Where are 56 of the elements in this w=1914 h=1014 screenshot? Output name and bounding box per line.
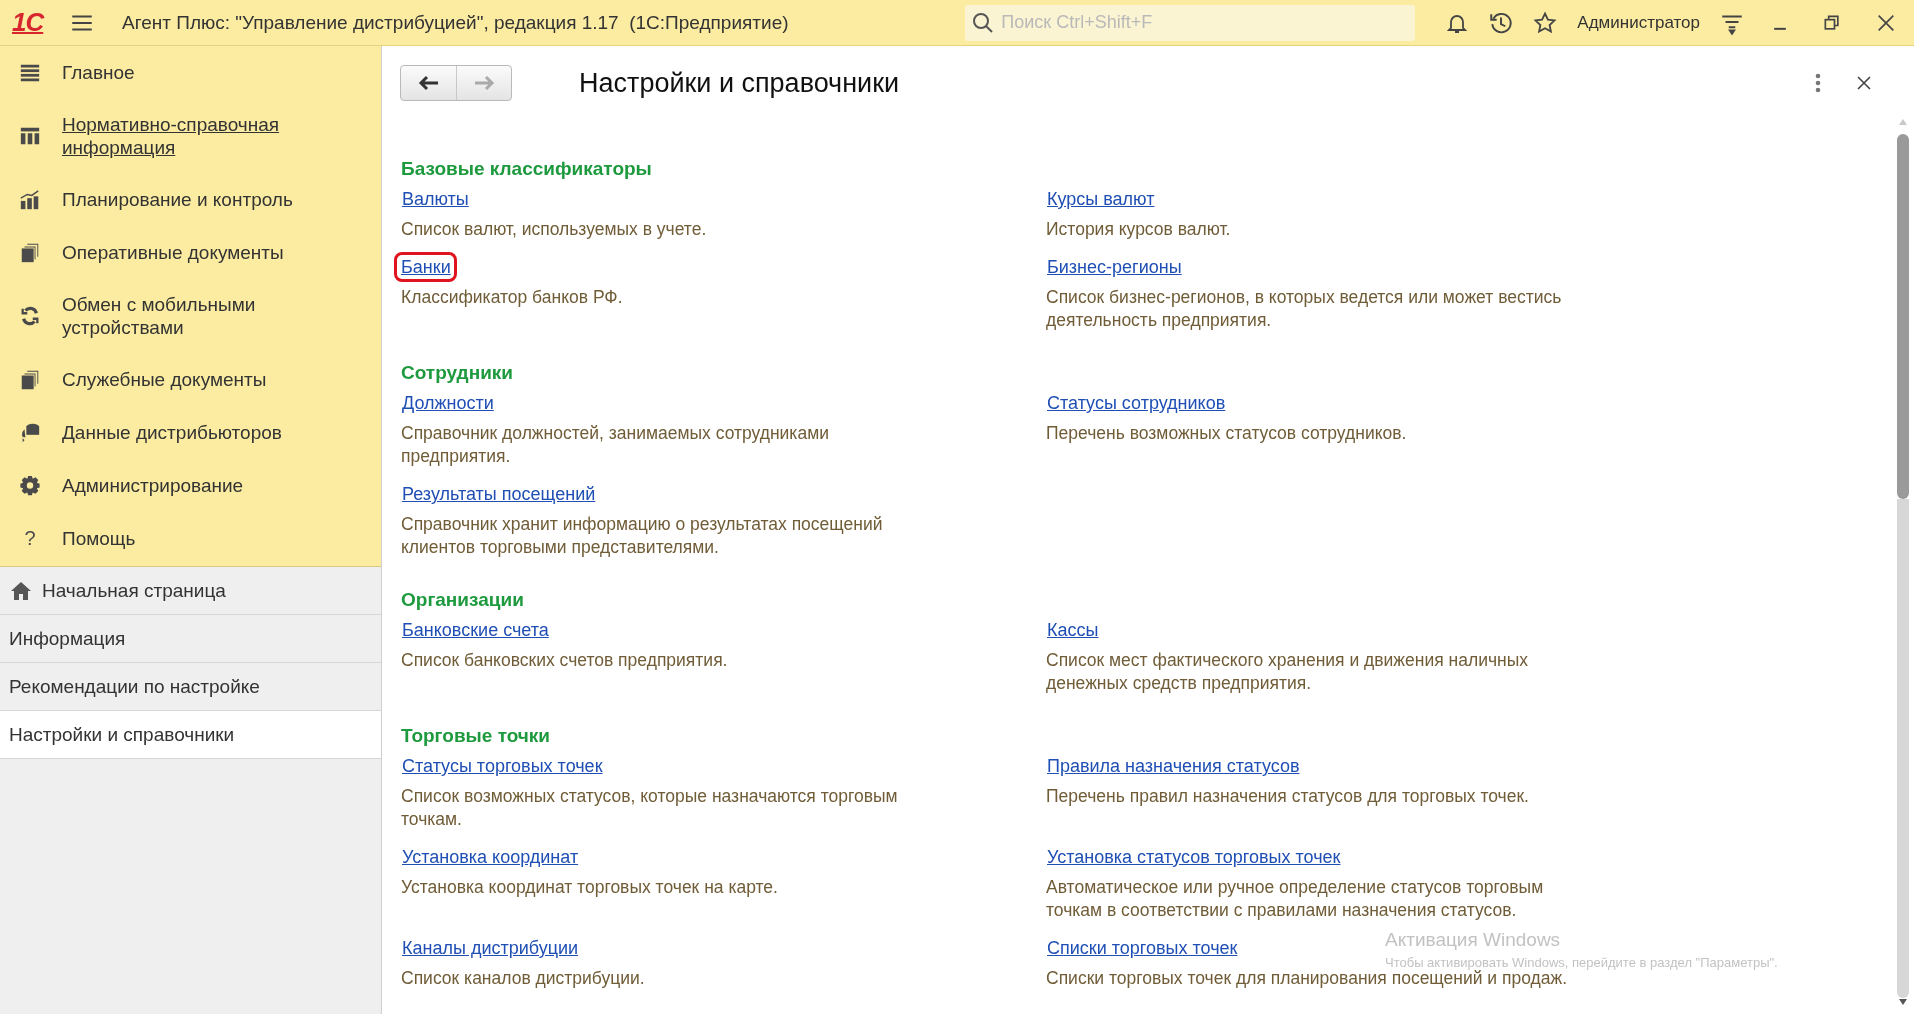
section-link[interactable]: Главное [62, 61, 135, 84]
section-link[interactable]: Обмен с мобильными устройствами [62, 293, 302, 339]
catalog-description: Перечень правил назначения статусов для торговых точек. [1046, 785, 1529, 808]
group-title: Сотрудники [401, 361, 514, 385]
catalog-link[interactable]: Банки [401, 255, 451, 279]
section-link[interactable]: Данные дистрибьюторов [62, 421, 282, 444]
app-logo: 1С [12, 7, 46, 38]
scrollbar[interactable] [1896, 118, 1910, 1006]
form-title: Настройки и справочники [579, 67, 901, 99]
catalog-link[interactable]: Каналы дистрибуции [402, 936, 579, 960]
user-name[interactable]: Администратор [1577, 12, 1700, 33]
group-title: Торговые точки [401, 724, 552, 748]
section-link[interactable]: Помощь [62, 527, 136, 550]
arrow-right-icon [473, 75, 495, 91]
open-page-tab[interactable]: Настройки и справочники [0, 711, 381, 759]
catalog-description: Список возможных статусов, которые назначаются торговым точкам. [401, 785, 898, 831]
catalog-description: Установка координат торговых точек на карте. [401, 876, 778, 899]
group-title: Организации [401, 588, 525, 612]
window-title: Агент Плюс: "Управление дистрибуцией", редакция 1.17 (1С:Предприятие) [122, 11, 790, 34]
catalog-link[interactable]: Банковские счета [402, 618, 549, 642]
home-icon [10, 580, 32, 601]
catalog-description: Автоматическое или ручное определение статусов торговым точкам в соответствии с правилами назначения статусов. [1046, 876, 1544, 922]
search-field[interactable]: Поиск Ctrl+Shift+F [965, 4, 1416, 41]
catalog-description: Список каналов дистрибуции. [401, 967, 645, 990]
activation-notice-title: Активация Windows [1385, 929, 1562, 951]
catalog-description: Список банковских счетов предприятия. [401, 649, 728, 672]
catalog-link[interactable]: Бизнес-регионы [1047, 255, 1182, 279]
section-link[interactable]: Администрирование [62, 474, 244, 497]
catalog-link[interactable]: Списки торговых точек [1047, 936, 1238, 960]
section-link[interactable]: Нормативно-справочная информация [62, 113, 302, 159]
activation-notice-text: Чтобы активировать Windows, перейдите в раздел "Параметры". [1385, 955, 1778, 970]
section-link[interactable]: Служебные документы [62, 368, 267, 391]
catalog-description: Классификатор банков РФ. [401, 286, 623, 309]
catalog-description: Список валют, используемых в учете. [401, 218, 707, 241]
arrow-left-icon [417, 75, 440, 91]
catalog-link[interactable]: Должности [402, 391, 494, 415]
catalog-link[interactable]: Кассы [1047, 618, 1099, 642]
catalog-link[interactable]: Установка статусов торговых точек [1047, 845, 1341, 869]
catalog-description: Перечень возможных статусов сотрудников. [1046, 422, 1407, 445]
catalog-link[interactable]: Правила назначения статусов [1047, 754, 1300, 778]
catalog-link[interactable]: Статусы торговых точек [402, 754, 603, 778]
help-icon: ? [8, 527, 52, 550]
catalog-link[interactable]: Результаты посещений [402, 482, 596, 506]
catalog-link[interactable]: Курсы валют [1047, 187, 1155, 211]
section-link[interactable]: Оперативные документы [62, 241, 284, 264]
catalog-description: Справочник хранит информацию о результатах посещений клиентов торговыми представителями. [401, 513, 883, 559]
group-title: Базовые классификаторы [401, 157, 653, 181]
catalog-description: Список мест фактического хранения и движения наличных денежных средств предприятия. [1046, 649, 1529, 695]
catalog-description: История курсов валют. [1046, 218, 1231, 241]
section-link[interactable]: Планирование и контроль [62, 188, 293, 211]
catalog-link[interactable]: Валюты [402, 187, 469, 211]
catalog-link[interactable]: Установка координат [402, 845, 579, 869]
catalog-description: Список бизнес-регионов, в которых ведется или может вестись деятельность предприятия. [1046, 286, 1562, 332]
catalog-description: Справочник должностей, занимаемых сотрудниками предприятия. [401, 422, 829, 468]
catalog-description: Списки торговых точек для планирования посещений и продаж. [1046, 968, 1568, 990]
catalog-link[interactable]: Статусы сотрудников [1047, 391, 1226, 415]
